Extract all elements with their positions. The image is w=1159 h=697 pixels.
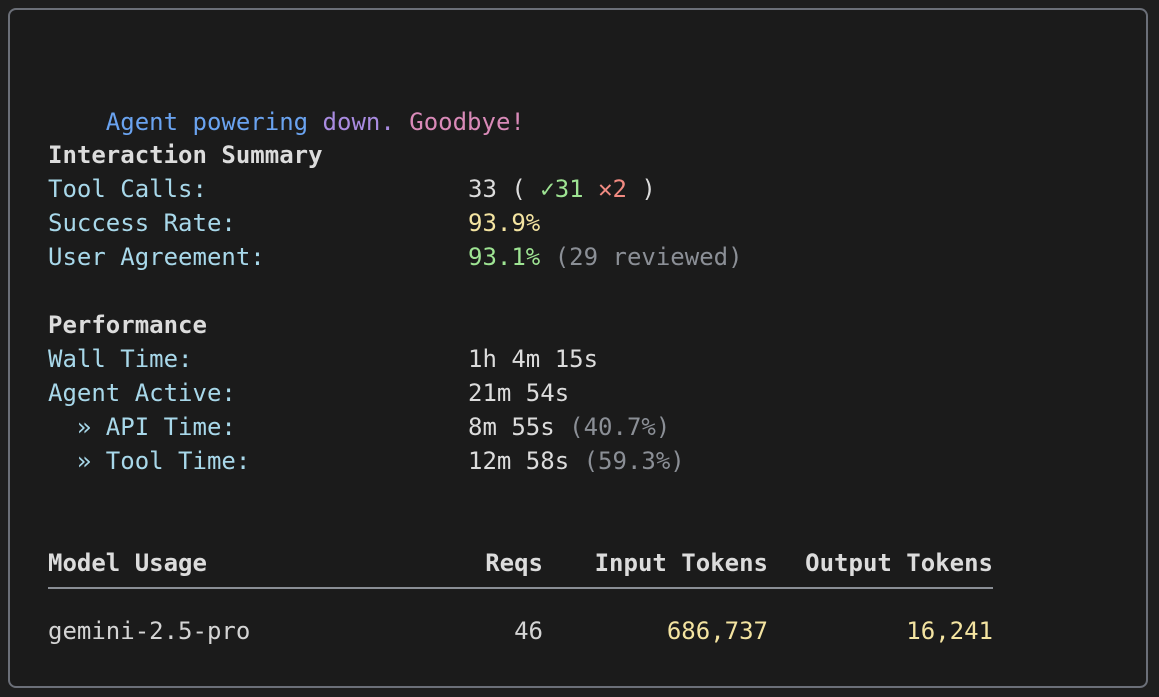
api-time-duration: 8m 55s bbox=[468, 413, 555, 441]
api-time-value: 8m 55s (40.7%) bbox=[468, 410, 670, 444]
tool-calls-close: ) bbox=[626, 175, 656, 203]
tool-calls-success: 31 bbox=[554, 175, 584, 203]
tool-calls-fail: 2 bbox=[612, 175, 627, 203]
tool-time-percent: (59.3%) bbox=[569, 447, 685, 475]
user-agreement-row: User Agreement: 93.1% (29 reviewed) bbox=[48, 240, 948, 274]
user-agreement-note: (29 reviewed) bbox=[540, 243, 743, 271]
input-tokens-cell: 686,737 bbox=[666, 617, 768, 645]
tool-time-duration: 12m 58s bbox=[468, 447, 570, 475]
input-tokens-column-header: Input Tokens bbox=[594, 549, 768, 577]
farewell-message: Agent powering down. Goodbye! bbox=[48, 71, 525, 136]
reqs-column-header: Reqs bbox=[485, 549, 543, 577]
farewell-part-1: Agent powering bbox=[105, 108, 323, 136]
tool-time-value: 12m 58s (59.3%) bbox=[468, 444, 685, 478]
api-time-row: » API Time: 8m 55s (40.7%) bbox=[48, 410, 948, 444]
output-tokens-cell: 16,241 bbox=[906, 617, 993, 645]
wall-time-row: Wall Time: 1h 4m 15s bbox=[48, 342, 948, 376]
api-time-label: » API Time: bbox=[48, 413, 236, 441]
tool-calls-total: 33 ( bbox=[468, 175, 541, 203]
tool-time-row: » Tool Time: 12m 58s (59.3%) bbox=[48, 444, 948, 478]
agent-active-row: Agent Active: 21m 54s bbox=[48, 376, 948, 410]
api-time-percent: (40.7%) bbox=[554, 413, 671, 441]
user-agreement-label: User Agreement: bbox=[48, 243, 265, 271]
tool-time-label: » Tool Time: bbox=[48, 447, 251, 475]
table-divider bbox=[48, 587, 993, 589]
interaction-summary-heading: Interaction Summary bbox=[48, 141, 323, 169]
cross-icon: ✕ bbox=[598, 175, 613, 203]
wall-time-label: Wall Time: bbox=[48, 345, 193, 373]
tool-calls-value: 33 ( ✓31 ✕2 ) bbox=[468, 172, 656, 206]
check-icon: ✓ bbox=[540, 175, 555, 203]
farewell-part-2: down. bbox=[322, 108, 410, 136]
tool-calls-row: Tool Calls: 33 ( ✓31 ✕2 ) bbox=[48, 172, 948, 206]
user-agreement-percent: 93.1% bbox=[468, 243, 541, 271]
model-usage-header: Model Usage Reqs Input Tokens Output Tok… bbox=[48, 546, 993, 580]
stats-panel: Agent powering down. Goodbye! Interactio… bbox=[8, 8, 1148, 688]
user-agreement-value: 93.1% (29 reviewed) bbox=[468, 240, 743, 274]
output-tokens-column-header: Output Tokens bbox=[805, 549, 993, 577]
performance-heading: Performance bbox=[48, 311, 207, 339]
farewell-part-3: Goodbye! bbox=[409, 108, 525, 136]
model-name-cell: gemini-2.5-pro bbox=[48, 617, 251, 645]
success-rate-value: 93.9% bbox=[468, 209, 541, 237]
agent-active-label: Agent Active: bbox=[48, 379, 236, 407]
success-rate-row: Success Rate: 93.9% bbox=[48, 206, 948, 240]
wall-time-value: 1h 4m 15s bbox=[468, 345, 599, 373]
agent-active-value: 21m 54s bbox=[468, 379, 570, 407]
success-rate-label: Success Rate: bbox=[48, 209, 236, 237]
tool-calls-label: Tool Calls: bbox=[48, 175, 207, 203]
model-usage-heading: Model Usage bbox=[48, 549, 207, 577]
table-row: gemini-2.5-pro 46 686,737 16,241 bbox=[48, 614, 993, 648]
reqs-cell: 46 bbox=[514, 617, 543, 645]
